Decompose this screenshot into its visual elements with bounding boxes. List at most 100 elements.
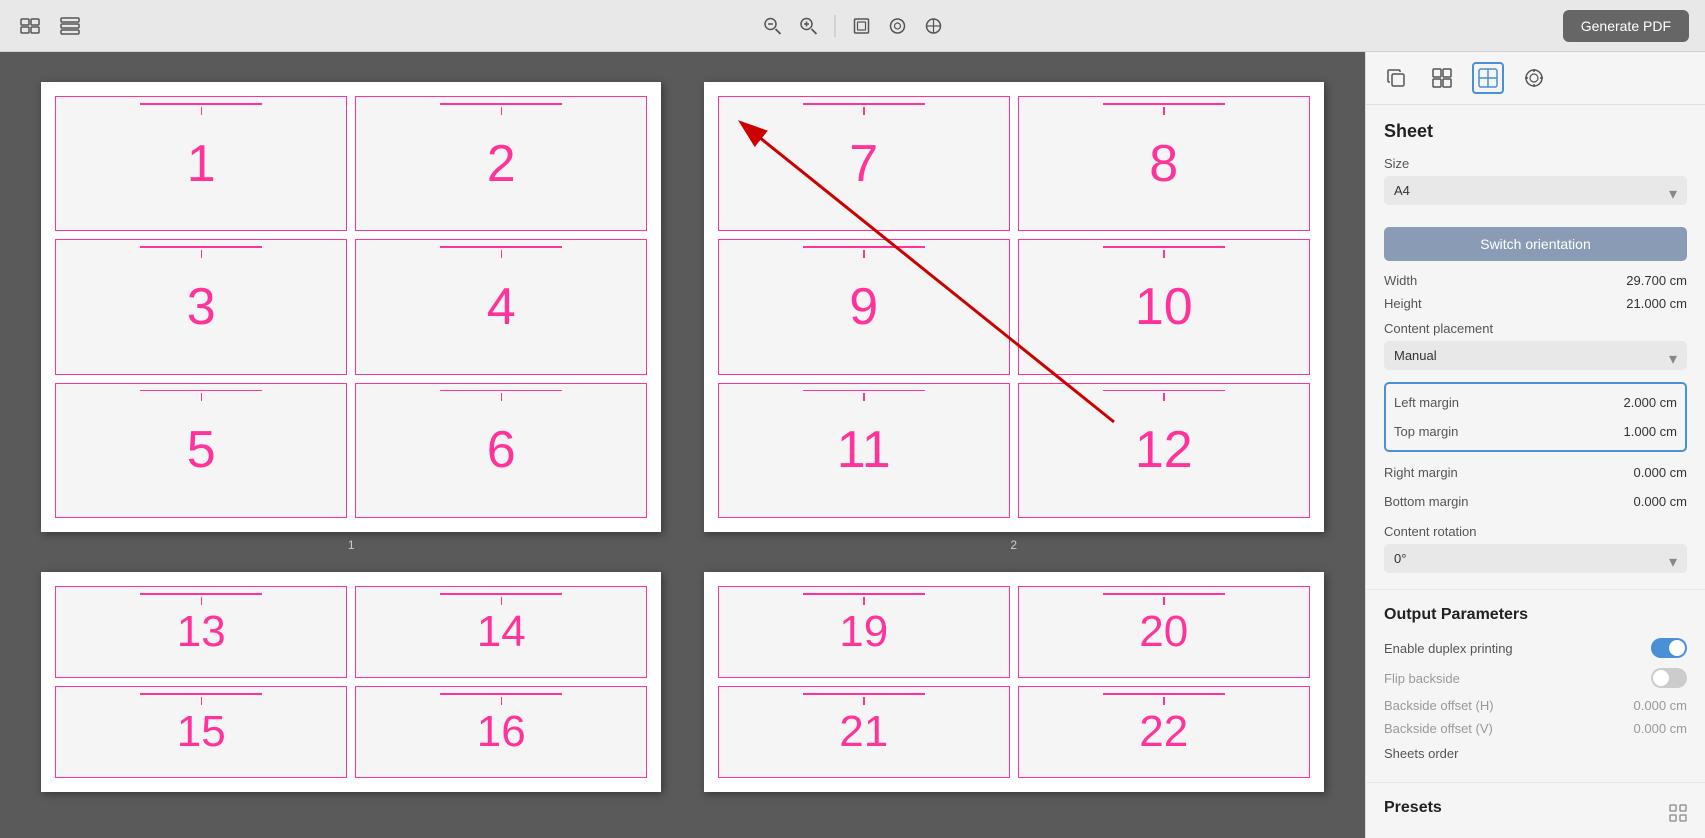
bottom-margin-value: 0.000 cm bbox=[1634, 494, 1687, 509]
card-label-19: 19 bbox=[839, 610, 888, 654]
backside-offset-v-label: Backside offset (V) bbox=[1384, 721, 1493, 736]
size-select[interactable]: A4 bbox=[1384, 176, 1687, 205]
panel-icon-layout-active[interactable] bbox=[1472, 62, 1504, 94]
bottom-margin-row: Bottom margin 0.000 cm bbox=[1384, 489, 1687, 514]
card-tab-mark bbox=[501, 697, 503, 705]
toolbar-right: Generate PDF bbox=[1563, 10, 1689, 42]
card-tab-12 bbox=[1077, 390, 1251, 402]
width-row: Width 29.700 cm bbox=[1384, 273, 1687, 288]
card-tab-mark bbox=[863, 250, 865, 258]
card-9: 9 bbox=[718, 239, 1010, 374]
card-label-20: 20 bbox=[1139, 610, 1188, 654]
card-tab-mark bbox=[863, 393, 865, 401]
card-tab-mark bbox=[1163, 393, 1165, 401]
output-params-title: Output Parameters bbox=[1384, 606, 1687, 624]
zoom-out-icon[interactable] bbox=[758, 12, 786, 40]
right-panel: Sheet Size A4 ▾ Switch orientation Width… bbox=[1365, 52, 1705, 838]
card-tab-mark bbox=[201, 597, 203, 605]
flip-backside-row: Flip backside bbox=[1384, 668, 1687, 688]
backside-offset-h-label: Backside offset (H) bbox=[1384, 698, 1494, 713]
card-tab-line bbox=[803, 693, 925, 695]
toolbar-divider bbox=[834, 15, 835, 37]
layout-icon-1[interactable] bbox=[16, 12, 44, 40]
card-tab-6 bbox=[414, 390, 588, 402]
card-label-9: 9 bbox=[849, 281, 878, 333]
card-tab-mark bbox=[201, 697, 203, 705]
canvas-area: 1 2 3 bbox=[0, 52, 1365, 838]
page-1: 1 2 3 bbox=[41, 82, 661, 532]
card-label-15: 15 bbox=[177, 710, 226, 754]
card-tab-15 bbox=[114, 693, 288, 705]
page-3: 13 14 15 bbox=[41, 572, 661, 792]
card-tab-16 bbox=[414, 693, 588, 705]
flip-backside-label: Flip backside bbox=[1384, 671, 1460, 686]
page-wrapper-2: 7 8 9 bbox=[683, 72, 1346, 562]
card-21: 21 bbox=[718, 686, 1010, 778]
card-5: 5 bbox=[55, 383, 347, 518]
layout-icon-2[interactable] bbox=[56, 12, 84, 40]
generate-pdf-button[interactable]: Generate PDF bbox=[1563, 10, 1689, 42]
card-label-3: 3 bbox=[187, 281, 216, 333]
actual-size-icon[interactable] bbox=[883, 12, 911, 40]
main: 1 2 3 bbox=[0, 52, 1705, 838]
panel-icon-grid[interactable] bbox=[1426, 62, 1458, 94]
card-tab-line bbox=[440, 693, 562, 695]
card-tab-11 bbox=[777, 390, 951, 402]
card-label-1: 1 bbox=[187, 138, 216, 190]
toolbar-center bbox=[758, 12, 947, 40]
height-value: 21.000 cm bbox=[1626, 296, 1687, 311]
switch-orientation-button[interactable]: Switch orientation bbox=[1384, 227, 1687, 261]
panel-icon-copy[interactable] bbox=[1380, 62, 1412, 94]
card-tab-8 bbox=[1077, 103, 1251, 115]
card-tab-14 bbox=[414, 593, 588, 605]
card-label-2: 2 bbox=[487, 138, 516, 190]
card-label-11: 11 bbox=[837, 424, 891, 476]
card-tab-mark bbox=[1163, 597, 1165, 605]
card-tab-9 bbox=[777, 246, 951, 258]
fullscreen-icon[interactable] bbox=[919, 12, 947, 40]
card-13: 13 bbox=[55, 586, 347, 678]
toolbar: Generate PDF bbox=[0, 0, 1705, 52]
card-tab-7 bbox=[777, 103, 951, 115]
card-tab-mark bbox=[501, 393, 503, 401]
output-params-section: Output Parameters Enable duplex printing… bbox=[1366, 590, 1705, 783]
card-12: 12 bbox=[1018, 383, 1310, 518]
card-tab-line bbox=[803, 593, 925, 595]
page-wrapper-4: 19 20 21 bbox=[683, 562, 1346, 802]
card-label-7: 7 bbox=[849, 138, 878, 190]
fit-page-icon[interactable] bbox=[847, 12, 875, 40]
card-tab-22 bbox=[1077, 693, 1251, 705]
content-placement-select[interactable]: Manual bbox=[1384, 341, 1687, 370]
top-margin-value: 1.000 cm bbox=[1624, 424, 1677, 439]
card-tab-mark bbox=[863, 597, 865, 605]
width-value: 29.700 cm bbox=[1626, 273, 1687, 288]
card-tab-line bbox=[1103, 103, 1225, 105]
card-22: 22 bbox=[1018, 686, 1310, 778]
card-10: 10 bbox=[1018, 239, 1310, 374]
card-tab-mark bbox=[1163, 697, 1165, 705]
flip-backside-toggle[interactable] bbox=[1651, 668, 1687, 688]
card-tab-mark bbox=[1163, 250, 1165, 258]
page-wrapper-3: 13 14 15 bbox=[20, 562, 683, 802]
zoom-in-icon[interactable] bbox=[794, 12, 822, 40]
card-label-12: 12 bbox=[1135, 424, 1193, 476]
card-label-16: 16 bbox=[477, 710, 526, 754]
card-tab-line bbox=[1103, 593, 1225, 595]
card-tab-20 bbox=[1077, 593, 1251, 605]
card-tab-line bbox=[440, 246, 562, 248]
sheet-section: Sheet Size A4 ▾ Switch orientation Width… bbox=[1366, 105, 1705, 590]
card-7: 7 bbox=[718, 96, 1010, 231]
panel-icon-target[interactable] bbox=[1518, 62, 1550, 94]
card-label-22: 22 bbox=[1139, 710, 1188, 754]
highlighted-margin-group: Left margin 2.000 cm Top margin 1.000 cm bbox=[1384, 382, 1687, 452]
card-tab-mark bbox=[863, 697, 865, 705]
card-tab-line bbox=[1103, 693, 1225, 695]
content-rotation-select[interactable]: 0° bbox=[1384, 544, 1687, 573]
card-14: 14 bbox=[355, 586, 647, 678]
presets-grid-icon[interactable] bbox=[1669, 804, 1687, 827]
page-wrapper-1: 1 2 3 bbox=[20, 72, 683, 562]
enable-duplex-toggle[interactable] bbox=[1651, 638, 1687, 658]
backside-offset-h-row: Backside offset (H) 0.000 cm bbox=[1384, 698, 1687, 713]
presets-title: Presets bbox=[1384, 799, 1442, 817]
card-tab-mark bbox=[501, 250, 503, 258]
